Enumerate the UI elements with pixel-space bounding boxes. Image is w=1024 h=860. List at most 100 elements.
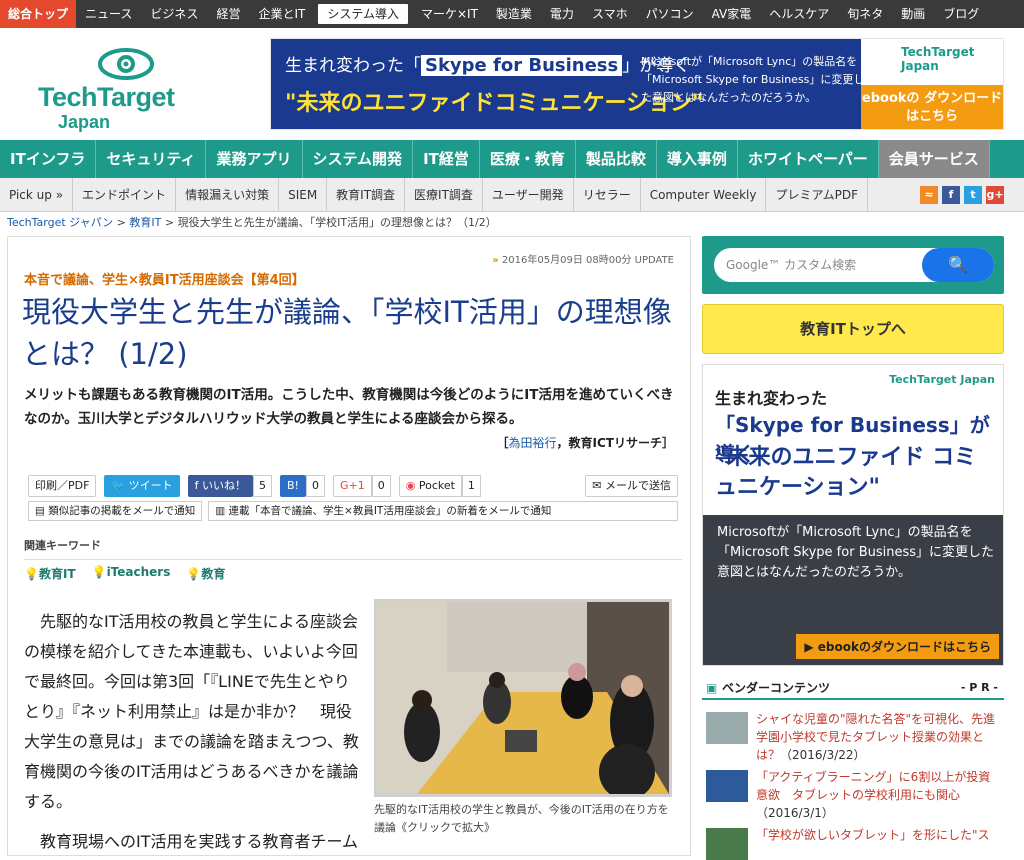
nav-security[interactable]: セキュリティ [96, 140, 207, 178]
site-header: TechTarget Japan 生まれ変わった「 Skype for Busin… [0, 28, 1024, 140]
nav-case-studies[interactable]: 導入事例 [657, 140, 738, 178]
subnav-reseller[interactable]: リセラー [574, 177, 641, 212]
lightbulb-icon: 💡 [186, 567, 202, 581]
top-category-bar: 総合トップ ニュース ビジネス 経営 企業とIT システム導入 マーケ×IT 製… [0, 0, 1024, 28]
nav-medical-education[interactable]: 医療・教育 [480, 140, 576, 178]
breadcrumb: TechTarget ジャパン > 教育IT > 現役大学生と先生が議論、「学校… [7, 216, 497, 229]
mail-send-button[interactable]: ✉ メールで送信 [585, 475, 678, 497]
vendor-icon: ▣ [706, 681, 718, 695]
pocket-button[interactable]: ◉ Pocket [398, 475, 462, 497]
gplus-button[interactable]: G+1 [332, 475, 372, 497]
topbar-item-system[interactable]: システム導入 [318, 4, 408, 24]
meeting-photo-illustration [377, 602, 669, 794]
author-link[interactable]: 為田裕行 [509, 436, 557, 450]
keyword-item[interactable]: 💡教育 [186, 565, 225, 582]
techtarget-logo[interactable]: TechTarget Japan [38, 46, 188, 132]
topbar-item-pc[interactable]: パソコン [637, 0, 703, 28]
topbar-item-power[interactable]: 電力 [541, 0, 583, 28]
topbar-item-business[interactable]: ビジネス [141, 0, 207, 28]
ad-tagline: "未来のユニファイド コミュニケーション" [715, 445, 977, 500]
sub-nav: Pick up » エンドポイント 情報漏えい対策 SIEM 教育IT調査 医療… [0, 177, 1024, 212]
topbar-item-health[interactable]: ヘルスケア [760, 0, 838, 28]
search-button[interactable]: 🔍 [922, 248, 994, 282]
notify-similar-button[interactable]: ▤ 類似記事の掲載をメールで通知 [28, 501, 203, 521]
topbar-item-enterprise-it[interactable]: 企業とIT [249, 0, 314, 28]
article-paragraph: 先駆的なIT活用校の教員と学生による座談会の模様を紹介してきた本連載も、いよいよ… [24, 612, 359, 811]
notify-series-button[interactable]: ▥ 連載「本音で議論、学生×教員IT活用座談会」の新着をメールで通知 [208, 501, 678, 521]
print-pdf-button[interactable]: 印刷／PDF [28, 475, 97, 497]
nav-member-services[interactable]: 会員サービス [878, 140, 990, 178]
keyword-list: 💡教育IT 💡iTeachers 💡教育 [24, 565, 225, 582]
subnav-user-dev[interactable]: ユーザー開発 [483, 177, 574, 212]
article: » 2016年05月09日 08時00分 UPDATE 本音で議論、学生×教員I… [7, 236, 691, 856]
facebook-icon[interactable]: f [942, 186, 960, 204]
vendor-link[interactable]: 「アクティブラーニング」に6割以上が投資意欲 タブレットの学校利用にも関心 [756, 770, 990, 802]
pocket-icon: ◉ [405, 479, 419, 492]
banner-side: TechTarget Japan ebookの ダウンロードはこちら [861, 39, 1003, 129]
article-photo[interactable] [374, 599, 672, 797]
mail-icon: ✉ [592, 479, 605, 492]
topbar-item-management[interactable]: 経営 [207, 0, 249, 28]
facebook-like-button[interactable]: f いいね！ [187, 475, 254, 497]
topbar-item-trend[interactable]: 旬ネタ [838, 0, 892, 28]
breadcrumb-home[interactable]: TechTarget ジャパン [7, 216, 113, 229]
banner-brand: TechTarget Japan [901, 45, 975, 73]
subnav-endpoint[interactable]: エンドポイント [73, 177, 177, 212]
rss-icon[interactable]: ≈ [920, 186, 938, 204]
breadcrumb-current: 現役大学生と先生が議論、「学校IT活用」の理想像とは？（1/2） [177, 216, 497, 229]
banner-description: Microsoftが「Microsoft Lync」の製品名を「Microsof… [641, 55, 865, 104]
ad-headline: 生まれ変わった [715, 389, 828, 408]
subnav-siem[interactable]: SIEM [279, 177, 328, 212]
vendor-thumbnail [706, 828, 748, 860]
article-date: » 2016年05月09日 08時00分 UPDATE [492, 255, 674, 266]
banner-download-button[interactable]: ebookの ダウンロードはこちら [861, 85, 1003, 129]
topbar-item-smartphone[interactable]: スマホ [583, 0, 637, 28]
breadcrumb-category[interactable]: 教育IT [129, 216, 161, 229]
nav-business-apps[interactable]: 業務アプリ [206, 140, 303, 178]
googleplus-icon[interactable]: g+ [986, 186, 1004, 204]
nav-it-infra[interactable]: ITインフラ [0, 140, 97, 178]
topbar-item-marketing[interactable]: マーケ×IT [412, 0, 487, 28]
topbar-item-news[interactable]: ニュース [76, 0, 141, 28]
keyword-item[interactable]: 💡教育IT [24, 565, 76, 582]
topbar-item-video[interactable]: 動画 [892, 0, 934, 28]
topbar-item-blog[interactable]: ブログ [934, 0, 988, 28]
lightbulb-icon: 💡 [91, 565, 107, 579]
notify-toolbar: ▤ 類似記事の掲載をメールで通知 ▥ 連載「本音で議論、学生×教員IT活用座談会… [28, 501, 678, 521]
hatena-bookmark-button[interactable]: B! [280, 475, 306, 497]
pocket-count: 1 [461, 475, 481, 497]
sidebar-ad[interactable]: TechTarget Japan 生まれ変わった 「Skype for Busi… [702, 364, 1004, 666]
book-icon: ▥ [215, 505, 229, 517]
subnav-edu-survey[interactable]: 教育IT調査 [327, 177, 406, 212]
article-paragraph: 教育現場へのIT活用を実践する教育者チーム [40, 832, 359, 851]
share-toolbar: 印刷／PDF 🐦 ツイート f いいね！ 5 B! 0 G+1 0 ◉ Pock… [28, 475, 678, 497]
twitter-icon[interactable]: t [964, 186, 982, 204]
subnav-med-survey[interactable]: 医療IT調査 [405, 177, 483, 212]
topbar-item-home[interactable]: 総合トップ [0, 0, 77, 28]
series-title[interactable]: 本音で議論、学生×教員IT活用座談会【第4回】 [24, 269, 305, 288]
search-box: Google™ カスタム検索 🔍 [702, 236, 1004, 294]
subnav-premium-pdf[interactable]: プレミアムPDF [766, 177, 869, 212]
nav-whitepaper[interactable]: ホワイトペーパー [738, 140, 879, 178]
tweet-button[interactable]: 🐦 ツイート [104, 475, 180, 497]
vendor-thumbnail [706, 770, 748, 802]
author-line: ［為田裕行，教育ICTリサーチ］ [496, 436, 675, 450]
subnav-computer-weekly[interactable]: Computer Weekly [641, 177, 767, 212]
topbar-item-av[interactable]: AV家電 [703, 0, 761, 28]
ad-download-button[interactable]: ▶ ebookのダウンロードはこちら [796, 634, 999, 659]
education-top-button[interactable]: 教育ITトップへ [702, 304, 1004, 354]
article-title: 現役大学生と先生が議論、「学校IT活用」の理想像とは？ (1/2) [22, 295, 672, 371]
photo-caption: 先駆的なIT活用校の学生と教員が、今後のIT活用の在り方を議論《クリックで拡大》 [374, 803, 669, 834]
topbar-item-manufacturing[interactable]: 製造業 [487, 0, 541, 28]
eye-logo-icon [98, 48, 154, 80]
subnav-pickup[interactable]: Pick up » [0, 177, 74, 212]
subnav-leak[interactable]: 情報漏えい対策 [176, 177, 280, 212]
nav-it-management[interactable]: IT経営 [413, 140, 480, 178]
keyword-item[interactable]: 💡iTeachers [92, 565, 171, 582]
header-ad-banner[interactable]: 生まれ変わった「 Skype for Business 」が導く "未来のユニファイ… [270, 38, 1004, 130]
twitter-bird-icon: 🐦 [111, 479, 129, 492]
vendor-link[interactable]: 「学校が欲しいタブレット」を形にした"ス [756, 828, 990, 842]
nav-system-dev[interactable]: システム開発 [303, 140, 414, 178]
banner-headline: 生まれ変わった「 Skype for Business 」が導く [285, 55, 691, 76]
nav-product-compare[interactable]: 製品比較 [576, 140, 657, 178]
